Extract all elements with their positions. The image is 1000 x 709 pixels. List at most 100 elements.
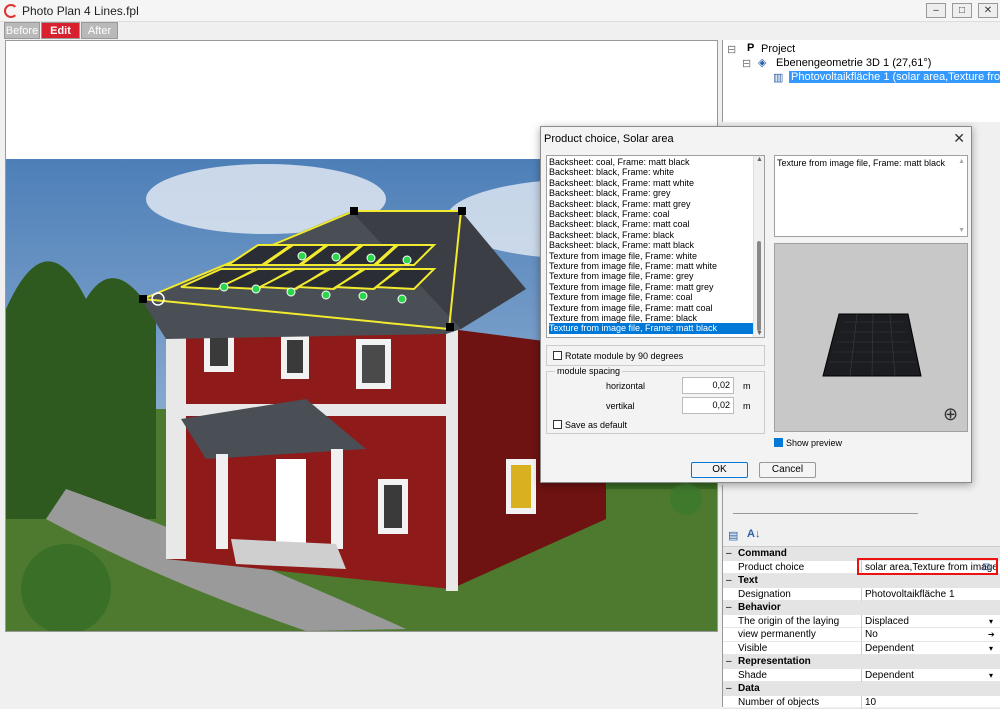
- properties-panel: ▤ A↓ –Command Product choice solar area,…: [722, 525, 1000, 707]
- tree-collapse-icon[interactable]: ⊟: [742, 57, 751, 70]
- property-designation[interactable]: Designation Photovoltaikfläche 1: [723, 588, 1000, 602]
- checkbox-icon[interactable]: [553, 351, 562, 360]
- tree-collapse-icon[interactable]: ⊟: [727, 43, 736, 56]
- category-command[interactable]: –Command: [723, 547, 1000, 561]
- dropdown-arrow-icon[interactable]: ▾: [989, 642, 993, 655]
- horizontal-spacing-input[interactable]: 0,02: [682, 377, 734, 394]
- product-choice-value[interactable]: solar area,Texture from image f: [861, 561, 999, 574]
- minimize-button[interactable]: –: [926, 3, 946, 18]
- pin-icon[interactable]: ➔: [988, 628, 995, 641]
- designation-value[interactable]: Photovoltaikfläche 1: [861, 588, 999, 601]
- close-button[interactable]: ✕: [978, 3, 998, 18]
- app-logo-icon: [4, 4, 18, 18]
- list-item[interactable]: Texture from image file, Frame: matt gre…: [549, 282, 753, 292]
- category-label: Data: [738, 682, 760, 695]
- window-title: Photo Plan 4 Lines.fpl: [22, 4, 139, 18]
- description-box: Texture from image file, Frame: matt bla…: [774, 155, 968, 237]
- property-visible[interactable]: Visible Dependent ▾: [723, 642, 1000, 656]
- property-product-choice[interactable]: Product choice solar area,Texture from i…: [723, 561, 1000, 575]
- show-preview-checkbox[interactable]: Show preview: [774, 438, 842, 448]
- properties-toolbar: ▤ A↓: [723, 525, 1000, 547]
- tab-edit[interactable]: Edit: [41, 22, 80, 39]
- dialog-close-icon[interactable]: ✕: [953, 130, 965, 147]
- tree-item-solar-area[interactable]: Photovoltaikfläche 1 (solar area,Texture…: [789, 71, 1000, 83]
- list-item[interactable]: Backsheet: black, Frame: black: [549, 230, 753, 240]
- horizontal-label: horizontal: [606, 381, 645, 391]
- rotate-label: Rotate module by 90 degrees: [565, 351, 683, 361]
- shade-value[interactable]: Dependent: [861, 669, 999, 682]
- vertikal-spacing-input[interactable]: 0,02: [682, 397, 734, 414]
- module-preview[interactable]: ⊕: [774, 243, 968, 432]
- category-label: Behavior: [738, 601, 781, 614]
- view-permanently-value[interactable]: No: [861, 628, 999, 641]
- dropdown-arrow-icon[interactable]: ▾: [989, 669, 993, 682]
- vertikal-label: vertikal: [606, 401, 635, 411]
- project-icon: P: [747, 42, 754, 54]
- list-item[interactable]: Texture from image file, Frame: matt bla…: [549, 323, 753, 333]
- module-spacing-group: module spacing horizontal 0,02 m vertika…: [546, 371, 765, 434]
- cancel-button[interactable]: Cancel: [759, 462, 816, 478]
- category-data[interactable]: –Data: [723, 682, 1000, 696]
- scroll-down-icon[interactable]: ▼: [756, 330, 763, 337]
- property-shade[interactable]: Shade Dependent ▾: [723, 669, 1000, 683]
- property-name: Visible: [738, 642, 767, 655]
- vertikal-unit: m: [743, 401, 751, 411]
- list-item[interactable]: Texture from image file, Frame: white: [549, 251, 753, 261]
- right-panel-splitter: [722, 485, 1000, 525]
- list-item[interactable]: Backsheet: black, Frame: matt grey: [549, 199, 753, 209]
- browse-icon[interactable]: ⊡: [982, 561, 990, 574]
- horizontal-unit: m: [743, 381, 751, 391]
- tab-before[interactable]: Before: [4, 22, 40, 39]
- list-item[interactable]: Texture from image file, Frame: coal: [549, 292, 753, 302]
- scroll-down-icon[interactable]: ▼: [958, 227, 965, 234]
- sort-alpha-icon[interactable]: A↓: [747, 528, 760, 540]
- save-default-label: Save as default: [565, 420, 627, 430]
- property-view-permanently[interactable]: view permanently No ➔: [723, 628, 1000, 642]
- list-item[interactable]: Texture from image file, Frame: grey: [549, 271, 753, 281]
- list-item[interactable]: Backsheet: black, Frame: grey: [549, 188, 753, 198]
- description-text: Texture from image file, Frame: matt bla…: [777, 158, 945, 168]
- module-spacing-legend: module spacing: [555, 366, 622, 376]
- property-name: The origin of the laying: [738, 615, 839, 628]
- list-item[interactable]: Texture from image file, Frame: matt whi…: [549, 261, 753, 271]
- save-default-checkbox[interactable]: Save as default: [553, 420, 627, 430]
- scroll-up-icon[interactable]: ▲: [958, 158, 965, 165]
- category-label: Text: [738, 574, 758, 587]
- scroll-up-icon[interactable]: ▲: [756, 156, 763, 163]
- category-behavior[interactable]: –Behavior: [723, 601, 1000, 615]
- category-representation[interactable]: –Representation: [723, 655, 1000, 669]
- list-scrollbar[interactable]: ▲ ▼: [753, 156, 764, 337]
- product-choice-dialog: Product choice, Solar area ✕ Backsheet: …: [540, 126, 972, 483]
- checkbox-icon[interactable]: [553, 420, 562, 429]
- ok-button[interactable]: OK: [691, 462, 748, 478]
- checkbox-checked-icon[interactable]: [774, 438, 783, 447]
- list-item[interactable]: Backsheet: coal, Frame: matt black: [549, 157, 753, 167]
- tree-item-geometry[interactable]: Ebenengeometrie 3D 1 (27,61°): [776, 57, 931, 69]
- list-item[interactable]: Backsheet: black, Frame: coal: [549, 209, 753, 219]
- tab-after[interactable]: After: [81, 22, 118, 39]
- list-item[interactable]: Backsheet: black, Frame: matt black: [549, 240, 753, 250]
- geometry-icon: ◈: [758, 56, 766, 69]
- list-item[interactable]: Texture from image file, Frame: matt coa…: [549, 303, 753, 313]
- dialog-title: Product choice, Solar area: [544, 133, 674, 145]
- property-name: Shade: [738, 669, 767, 682]
- list-item[interactable]: Backsheet: black, Frame: matt coal: [549, 219, 753, 229]
- categorized-icon[interactable]: ▤: [728, 529, 738, 542]
- origin-value[interactable]: Displaced: [861, 615, 999, 628]
- property-name: Product choice: [738, 561, 804, 574]
- list-item[interactable]: Texture from image file, Frame: black: [549, 313, 753, 323]
- rotate-module-checkbox[interactable]: Rotate module by 90 degrees: [553, 351, 683, 361]
- list-item[interactable]: Backsheet: black, Frame: matt white: [549, 178, 753, 188]
- project-tree: ⊟ P Project ⊟ ◈ Ebenengeometrie 3D 1 (27…: [722, 40, 1000, 122]
- tree-item-project[interactable]: Project: [761, 43, 795, 55]
- category-text[interactable]: –Text: [723, 574, 1000, 588]
- visible-value[interactable]: Dependent: [861, 642, 999, 655]
- rotate-view-icon[interactable]: ⊕: [943, 404, 958, 425]
- property-origin[interactable]: The origin of the laying Displaced ▾: [723, 615, 1000, 629]
- maximize-button[interactable]: □: [952, 3, 972, 18]
- property-name: view permanently: [738, 628, 816, 641]
- product-list[interactable]: Backsheet: coal, Frame: matt blackBacksh…: [546, 155, 765, 338]
- dropdown-arrow-icon[interactable]: ▾: [989, 615, 993, 628]
- list-item[interactable]: Backsheet: black, Frame: white: [549, 167, 753, 177]
- scroll-thumb[interactable]: [757, 241, 761, 331]
